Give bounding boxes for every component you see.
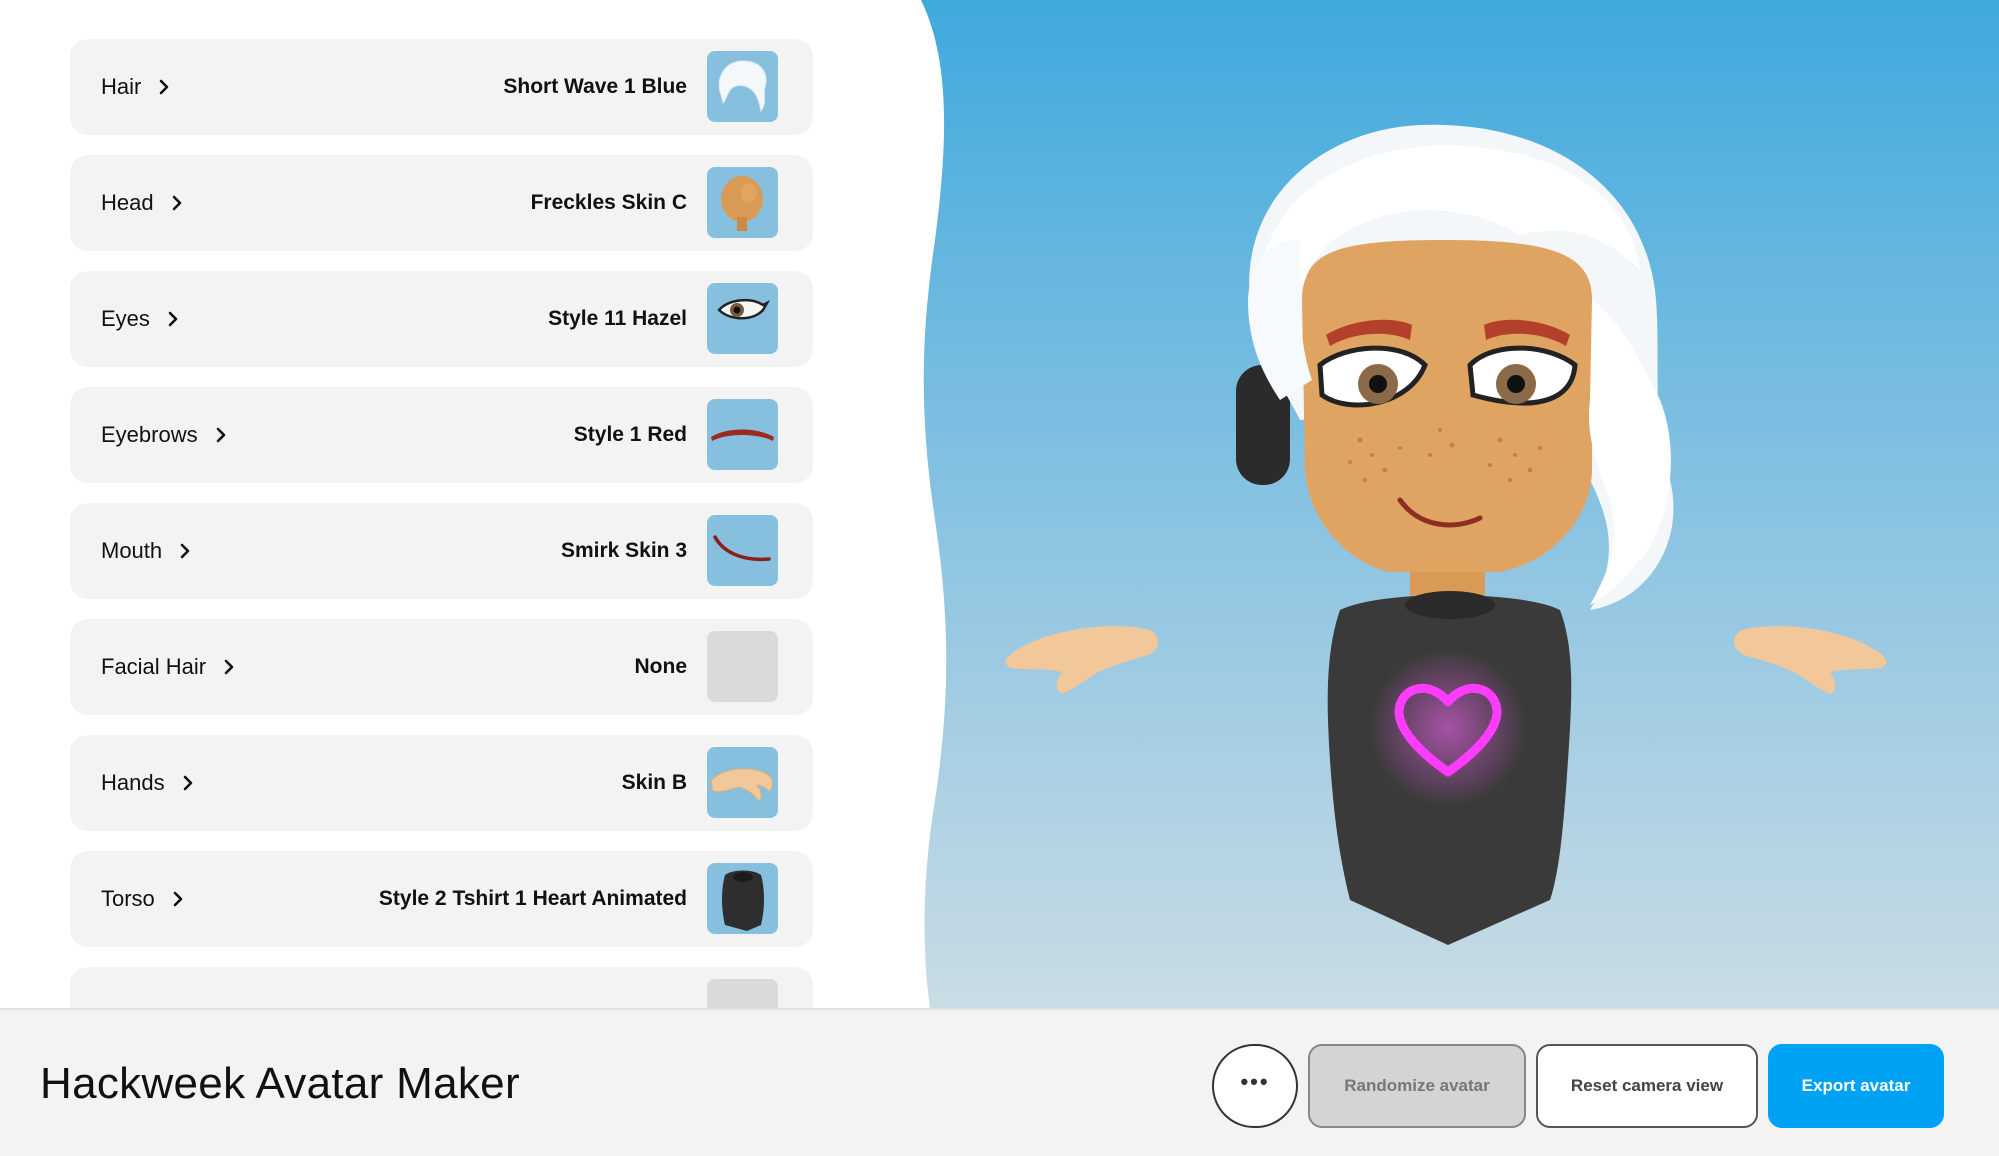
chevron-right-icon bbox=[180, 543, 190, 559]
hair-icon[interactable] bbox=[707, 51, 778, 122]
category-row-partial[interactable] bbox=[70, 967, 813, 1008]
customization-panel: Hair Short Wave 1 Blue Head Freckles Ski… bbox=[0, 0, 920, 1008]
category-value: None bbox=[634, 655, 688, 678]
category-label: Eyebrows bbox=[101, 422, 198, 447]
category-value: Style 11 Hazel bbox=[548, 307, 687, 330]
category-row-eyes[interactable]: Eyes Style 11 Hazel bbox=[70, 271, 813, 367]
category-row-eyebrows[interactable]: Eyebrows Style 1 Red bbox=[70, 387, 813, 483]
category-label: Hands bbox=[101, 770, 165, 795]
randomize-avatar-button[interactable]: Randomize avatar bbox=[1308, 1044, 1526, 1128]
category-value: Smirk Skin 3 bbox=[560, 539, 687, 562]
category-label: Facial Hair bbox=[101, 654, 207, 679]
app-title: Hackweek Avatar Maker bbox=[40, 1059, 520, 1108]
torso-icon[interactable] bbox=[707, 863, 778, 934]
mouth-icon[interactable] bbox=[707, 515, 778, 586]
category-value: Style 1 Red bbox=[573, 423, 687, 446]
category-value: Style 2 Tshirt 1 Heart Animated bbox=[378, 887, 687, 910]
category-label: Hair bbox=[101, 74, 142, 99]
category-row-mouth[interactable]: Mouth Smirk Skin 3 bbox=[70, 503, 813, 599]
empty-icon[interactable] bbox=[707, 631, 778, 702]
category-row-facial-hair[interactable]: Facial Hair None bbox=[70, 619, 813, 715]
eye-icon[interactable] bbox=[707, 283, 778, 354]
eyebrow-icon[interactable] bbox=[707, 399, 778, 470]
category-row-head[interactable]: Head Freckles Skin C bbox=[70, 155, 813, 251]
category-label: Torso bbox=[101, 886, 155, 911]
head-icon[interactable] bbox=[707, 167, 778, 238]
category-label: Head bbox=[101, 190, 154, 215]
category-row-hands[interactable]: Hands Skin B bbox=[70, 735, 813, 831]
category-label: Mouth bbox=[101, 538, 163, 563]
reset-camera-button[interactable]: Reset camera view bbox=[1536, 1044, 1758, 1128]
category-label: Eyes bbox=[101, 306, 150, 331]
category-value: Freckles Skin C bbox=[530, 191, 687, 214]
category-value: Skin B bbox=[621, 771, 687, 794]
category-row-hair[interactable]: Hair Short Wave 1 Blue bbox=[70, 39, 813, 135]
more-icon: ••• bbox=[1240, 1069, 1270, 1094]
export-avatar-button[interactable]: Export avatar bbox=[1768, 1044, 1944, 1128]
chevron-right-icon bbox=[172, 195, 181, 211]
chevron-right-icon bbox=[160, 79, 169, 95]
chevron-right-icon bbox=[224, 659, 234, 675]
hand-icon[interactable] bbox=[707, 747, 778, 818]
category-row-torso[interactable]: Torso Style 2 Tshirt 1 Heart Animated bbox=[70, 851, 813, 947]
chevron-right-icon bbox=[173, 891, 183, 907]
chevron-right-icon bbox=[168, 311, 178, 327]
more-options-button[interactable]: ••• bbox=[1212, 1044, 1298, 1128]
chevron-right-icon bbox=[216, 427, 225, 443]
chevron-right-icon bbox=[183, 775, 192, 791]
empty-icon[interactable] bbox=[707, 979, 778, 1008]
bottom-toolbar: Hackweek Avatar Maker ••• Randomize avat… bbox=[0, 1008, 1999, 1156]
category-value: Short Wave 1 Blue bbox=[503, 75, 687, 98]
